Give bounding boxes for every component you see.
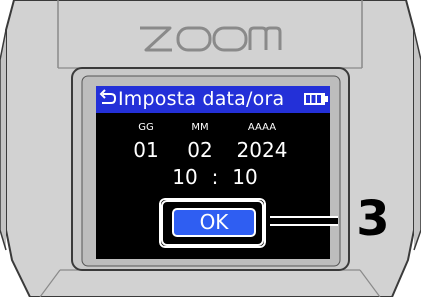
minute-value[interactable]: 10 — [230, 165, 260, 189]
hour-value[interactable]: 10 — [170, 165, 200, 189]
month-value[interactable]: 02 — [180, 138, 220, 162]
day-value[interactable]: 01 — [126, 138, 166, 162]
zoom-logo — [140, 26, 282, 52]
month-label: MM — [191, 122, 209, 133]
year-value[interactable]: 2024 — [230, 138, 294, 162]
battery-icon — [304, 93, 328, 105]
back-arrow-icon[interactable] — [98, 88, 118, 110]
ok-button[interactable]: OK — [172, 208, 256, 237]
year-label: AAAA — [247, 122, 277, 133]
screen-header: Imposta data/ora — [96, 86, 330, 113]
time-separator: : — [211, 165, 219, 189]
screen-title: Imposta data/ora — [118, 88, 285, 110]
day-label: GG — [138, 122, 154, 133]
callout-number: 3 — [356, 191, 390, 247]
callout-line-border — [270, 216, 338, 226]
